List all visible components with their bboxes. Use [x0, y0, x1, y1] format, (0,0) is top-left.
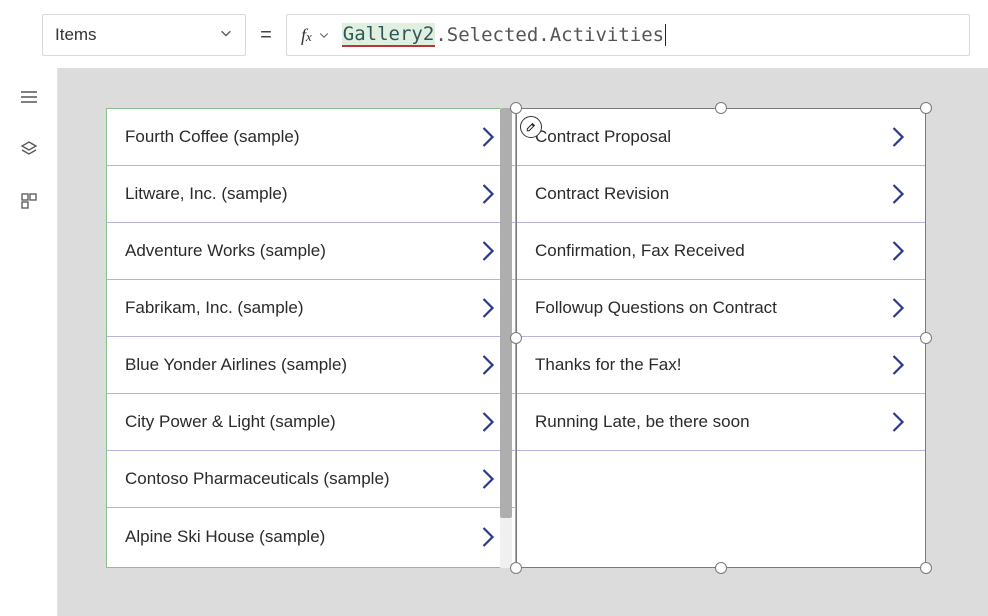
- list-item-label: Litware, Inc. (sample): [125, 184, 288, 204]
- resize-handle[interactable]: [715, 102, 727, 114]
- chevron-right-icon[interactable]: [889, 180, 907, 208]
- list-item[interactable]: Fourth Coffee (sample): [107, 109, 515, 166]
- list-item-label: Running Late, be there soon: [535, 412, 750, 432]
- equals-text: =: [260, 24, 272, 47]
- list-item[interactable]: Thanks for the Fax!: [517, 337, 925, 394]
- gallery-accounts[interactable]: Fourth Coffee (sample) Litware, Inc. (sa…: [106, 108, 516, 568]
- chevron-down-icon: [219, 25, 233, 45]
- chevron-right-icon[interactable]: [889, 351, 907, 379]
- components-icon[interactable]: [18, 190, 40, 212]
- list-item-label: Thanks for the Fax!: [535, 355, 681, 375]
- list-item-label: Alpine Ski House (sample): [125, 527, 325, 547]
- list-item-label: Contract Revision: [535, 184, 669, 204]
- edit-template-button[interactable]: [520, 116, 542, 138]
- list-item-label: Followup Questions on Contract: [535, 298, 777, 318]
- list-item-label: Contract Proposal: [535, 127, 671, 147]
- list-item[interactable]: Blue Yonder Airlines (sample): [107, 337, 515, 394]
- resize-handle[interactable]: [510, 332, 522, 344]
- chevron-right-icon[interactable]: [889, 123, 907, 151]
- chevron-right-icon[interactable]: [479, 351, 497, 379]
- chevron-right-icon[interactable]: [479, 237, 497, 265]
- resize-handle[interactable]: [715, 562, 727, 574]
- list-item[interactable]: Confirmation, Fax Received: [517, 223, 925, 280]
- property-selector-label: Items: [55, 25, 97, 45]
- chevron-right-icon[interactable]: [479, 294, 497, 322]
- resize-handle[interactable]: [510, 562, 522, 574]
- list-item-label: Contoso Pharmaceuticals (sample): [125, 469, 390, 489]
- fx-icon: fx: [301, 25, 312, 46]
- formula-text[interactable]: Gallery2.Selected.Activities: [342, 23, 666, 47]
- list-item-label: Blue Yonder Airlines (sample): [125, 355, 347, 375]
- list-item[interactable]: Contract Revision: [517, 166, 925, 223]
- chevron-right-icon[interactable]: [479, 465, 497, 493]
- scrollbar-thumb[interactable]: [500, 108, 512, 518]
- formula-bar: Items = fx Gallery2.Selected.Activities: [42, 14, 970, 56]
- list-item-label: Adventure Works (sample): [125, 241, 326, 261]
- equals-label: =: [246, 14, 286, 56]
- gallery-activities[interactable]: Contract Proposal Contract Revision Conf…: [516, 108, 926, 568]
- chevron-right-icon[interactable]: [479, 408, 497, 436]
- text-caret: [665, 24, 666, 46]
- chevron-down-icon[interactable]: [318, 25, 330, 46]
- formula-input[interactable]: fx Gallery2.Selected.Activities: [286, 14, 970, 56]
- chevron-right-icon[interactable]: [889, 294, 907, 322]
- formula-token-rest: .Selected.Activities: [435, 24, 664, 46]
- list-item-label: Fabrikam, Inc. (sample): [125, 298, 304, 318]
- hamburger-icon[interactable]: [18, 86, 40, 108]
- list-item[interactable]: Adventure Works (sample): [107, 223, 515, 280]
- list-item[interactable]: City Power & Light (sample): [107, 394, 515, 451]
- chevron-right-icon[interactable]: [479, 180, 497, 208]
- canvas[interactable]: Fourth Coffee (sample) Litware, Inc. (sa…: [58, 68, 988, 616]
- layers-icon[interactable]: [18, 138, 40, 160]
- list-item[interactable]: Alpine Ski House (sample): [107, 508, 515, 565]
- formula-token-gallery: Gallery2: [342, 23, 436, 47]
- pencil-icon: [525, 121, 537, 133]
- chevron-right-icon[interactable]: [889, 408, 907, 436]
- list-item-label: Fourth Coffee (sample): [125, 127, 299, 147]
- property-selector[interactable]: Items: [42, 14, 246, 56]
- chevron-right-icon[interactable]: [479, 523, 497, 551]
- left-rail: [0, 68, 58, 616]
- list-item[interactable]: Followup Questions on Contract: [517, 280, 925, 337]
- chevron-right-icon[interactable]: [479, 123, 497, 151]
- resize-handle[interactable]: [920, 102, 932, 114]
- list-item[interactable]: Running Late, be there soon: [517, 394, 925, 451]
- resize-handle[interactable]: [510, 102, 522, 114]
- list-item[interactable]: Contract Proposal: [517, 109, 925, 166]
- list-item[interactable]: Fabrikam, Inc. (sample): [107, 280, 515, 337]
- resize-handle[interactable]: [920, 332, 932, 344]
- chevron-right-icon[interactable]: [889, 237, 907, 265]
- list-item-label: Confirmation, Fax Received: [535, 241, 745, 261]
- resize-handle[interactable]: [920, 562, 932, 574]
- list-item[interactable]: Litware, Inc. (sample): [107, 166, 515, 223]
- list-item[interactable]: Contoso Pharmaceuticals (sample): [107, 451, 515, 508]
- list-item-label: City Power & Light (sample): [125, 412, 336, 432]
